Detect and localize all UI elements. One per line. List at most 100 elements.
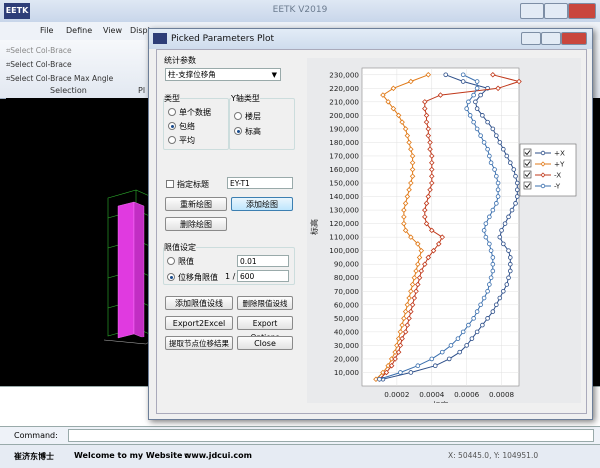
data-point bbox=[487, 214, 492, 220]
type-radio-average[interactable] bbox=[168, 136, 176, 144]
data-point bbox=[464, 343, 469, 348]
custom-title-checkbox[interactable] bbox=[166, 180, 174, 188]
custom-title-label: 指定标题 bbox=[177, 180, 209, 189]
limit-value-input[interactable]: 0.01 bbox=[237, 255, 289, 267]
data-point bbox=[494, 173, 499, 179]
legend-label: +X bbox=[554, 149, 565, 158]
dialog-maximize-button[interactable] bbox=[541, 32, 561, 45]
data-point bbox=[507, 268, 513, 274]
data-point bbox=[474, 85, 480, 91]
limit-angle-input[interactable]: 600 bbox=[237, 270, 289, 282]
y-tick-label: 110,000 bbox=[329, 233, 359, 242]
plot-area bbox=[361, 67, 520, 387]
export-options-button[interactable]: Export Options bbox=[237, 316, 293, 342]
data-point bbox=[478, 92, 483, 98]
app-close-button[interactable] bbox=[568, 3, 596, 19]
data-point bbox=[446, 356, 452, 362]
ribbon-select-col-brace-max-angle[interactable]: ⌗Select Col-Brace Max Angle bbox=[6, 74, 113, 84]
data-point bbox=[504, 282, 510, 287]
data-point bbox=[485, 119, 490, 125]
data-point bbox=[377, 376, 382, 382]
menu-display[interactable]: Displ bbox=[130, 26, 150, 35]
data-point bbox=[507, 255, 513, 260]
delete-limit-line-button[interactable]: 删除限值设线 bbox=[237, 296, 293, 310]
data-point bbox=[460, 329, 466, 335]
yaxis-label: Y轴类型 bbox=[231, 93, 260, 104]
data-point bbox=[513, 201, 518, 206]
yaxis-option-floor: 楼层 bbox=[245, 112, 261, 121]
data-point bbox=[514, 180, 520, 186]
data-point bbox=[432, 363, 438, 369]
data-point bbox=[506, 275, 511, 281]
menu-view[interactable]: View bbox=[103, 26, 122, 35]
limit-radio-value[interactable] bbox=[167, 257, 175, 265]
type-radio-envelope[interactable] bbox=[168, 122, 176, 130]
limit-label: 限值设定 bbox=[164, 242, 196, 253]
x-tick-label: 0.0002 bbox=[384, 390, 409, 399]
status-website-url[interactable]: www.jdcui.com bbox=[184, 451, 252, 460]
type-option-envelope: 包络 bbox=[179, 122, 195, 131]
custom-title-input[interactable]: EY-T1 bbox=[227, 177, 293, 189]
data-point bbox=[483, 234, 489, 240]
add-limit-line-button[interactable]: 添加限值设线 bbox=[165, 296, 233, 310]
limit-value-label: 限值 bbox=[178, 257, 194, 266]
data-point bbox=[511, 167, 517, 172]
extract-node-results-button[interactable]: 提取节点位移结果 bbox=[165, 336, 233, 350]
data-point bbox=[494, 133, 499, 138]
data-point bbox=[506, 248, 511, 253]
data-point bbox=[490, 126, 496, 132]
data-point bbox=[501, 146, 506, 152]
data-point bbox=[504, 153, 510, 159]
yaxis-radio-elevation[interactable] bbox=[234, 127, 242, 135]
x-tick-label: 0.0008 bbox=[489, 390, 515, 399]
data-point bbox=[499, 228, 504, 233]
close-button[interactable]: Close bbox=[237, 336, 293, 350]
data-point bbox=[485, 288, 490, 294]
ribbon-select-col-brace-2[interactable]: ⌗Select Col-Brace bbox=[6, 60, 72, 70]
data-point bbox=[460, 79, 466, 84]
command-input[interactable] bbox=[68, 429, 594, 442]
y-tick-label: 70,000 bbox=[334, 287, 360, 296]
data-point bbox=[471, 316, 476, 321]
menu-file[interactable]: File bbox=[40, 26, 53, 35]
legend-marker bbox=[540, 183, 546, 189]
data-point bbox=[478, 133, 483, 138]
y-tick-label: 80,000 bbox=[334, 273, 360, 282]
add-plot-button[interactable]: 添加绘图 bbox=[231, 197, 293, 211]
yaxis-radio-floor[interactable] bbox=[234, 112, 242, 120]
export-excel-button[interactable]: Export2Excel bbox=[165, 316, 233, 330]
data-point bbox=[492, 167, 497, 172]
app-maximize-button[interactable] bbox=[544, 3, 568, 19]
status-author: 崔济东博士 bbox=[14, 452, 54, 461]
dialog-app-icon bbox=[153, 33, 167, 44]
ribbon-select-col-brace[interactable]: ⌗Select Col-Brace bbox=[6, 46, 72, 56]
data-point bbox=[490, 268, 496, 274]
data-point bbox=[495, 187, 501, 193]
data-point bbox=[474, 106, 480, 111]
y-tick-label: 140,000 bbox=[329, 192, 359, 201]
limit-radio-angle[interactable] bbox=[167, 273, 175, 281]
app-minimize-button[interactable] bbox=[520, 3, 544, 19]
data-point bbox=[497, 295, 503, 301]
plot-panel[interactable]: 10,000 20,000 30,000 40,000 50,000 60,000 70,0… bbox=[307, 58, 581, 410]
data-point bbox=[497, 234, 503, 240]
limit-value: 0.01 bbox=[240, 257, 257, 266]
y-tick-label: 210,000 bbox=[329, 97, 359, 106]
redraw-button[interactable]: 重新绘图 bbox=[165, 197, 227, 211]
data-point bbox=[466, 322, 471, 328]
data-point bbox=[501, 241, 506, 247]
data-point bbox=[487, 241, 492, 247]
delete-plot-button[interactable]: 删除绘图 bbox=[165, 217, 227, 231]
menu-define[interactable]: Define bbox=[66, 26, 92, 35]
dialog-minimize-button[interactable] bbox=[521, 32, 541, 45]
dialog-titlebar: Picked Parameters Plot bbox=[149, 29, 592, 49]
type-radio-single[interactable] bbox=[168, 108, 176, 116]
stats-select[interactable]: 柱-支撑位移角 ▼ bbox=[165, 68, 281, 81]
y-tick-label: 200,000 bbox=[329, 111, 359, 120]
dialog-close-button[interactable] bbox=[561, 32, 587, 45]
data-point bbox=[494, 201, 499, 206]
data-point bbox=[490, 255, 496, 260]
yaxis-groupbox bbox=[229, 98, 295, 150]
data-point bbox=[415, 363, 421, 369]
data-point bbox=[455, 336, 461, 341]
